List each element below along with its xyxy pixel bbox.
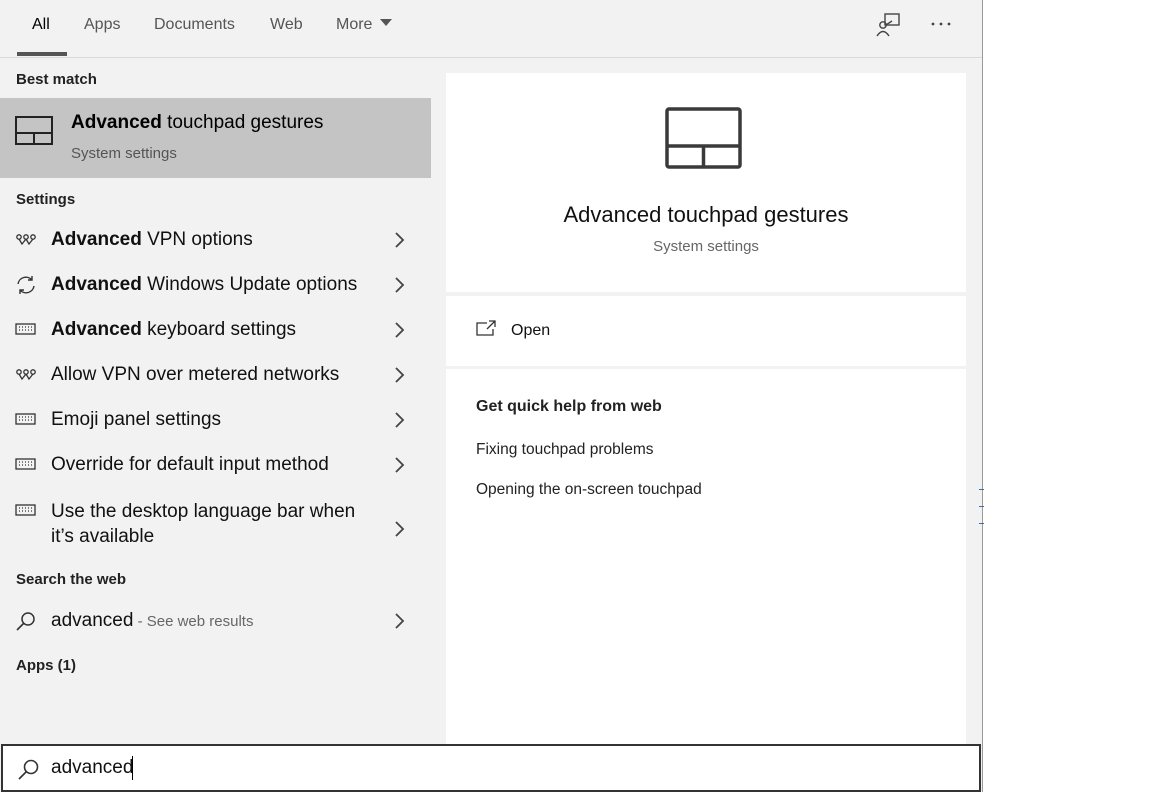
settings-item-label: Override for default input method — [51, 454, 329, 475]
more-options-icon[interactable] — [926, 10, 956, 40]
tab-bar: All Apps Documents Web More — [0, 0, 982, 58]
chevron-right-icon[interactable] — [393, 321, 405, 344]
settings-item-keyboard[interactable]: Advanced keyboard settings — [0, 308, 431, 353]
keyboard-icon — [15, 320, 37, 340]
search-input[interactable] — [51, 754, 951, 782]
vpn-icon — [15, 365, 37, 385]
web-search-result[interactable]: advanced - See web results — [0, 599, 431, 644]
tab-apps[interactable]: Apps — [84, 0, 120, 54]
see-web-results-text: - See web results — [133, 613, 254, 630]
tab-all[interactable]: All — [32, 0, 50, 54]
chevron-right-icon[interactable] — [393, 456, 405, 479]
settings-item-windows-update[interactable]: Advanced Windows Update options — [0, 263, 431, 308]
open-action[interactable]: Open — [446, 296, 966, 366]
results-list: Best match Advanced touchpad gestures Sy… — [0, 58, 431, 744]
preview-title: Advanced touchpad gestures — [563, 202, 849, 227]
settings-item-vpn-options[interactable]: Advanced VPN options — [0, 218, 431, 263]
settings-item-label: Advanced keyboard settings — [51, 319, 297, 340]
tab-more[interactable]: More — [336, 0, 393, 54]
open-label: Open — [511, 322, 551, 339]
search-panel: All Apps Documents Web More Best match A… — [0, 0, 983, 792]
edge-artifact — [979, 523, 984, 524]
settings-item-emoji-panel[interactable]: Emoji panel settings — [0, 398, 431, 443]
search-icon — [15, 611, 37, 631]
sync-icon — [15, 275, 37, 295]
preview-header-card: Advanced touchpad gestures System settin… — [446, 73, 966, 292]
help-link-fixing-touchpad[interactable]: Fixing touchpad problems — [476, 441, 654, 459]
settings-item-language-bar[interactable]: Use the desktop language bar when it’s a… — [0, 499, 431, 559]
settings-item-label: Advanced VPN options — [51, 229, 253, 250]
keyboard-icon — [15, 455, 37, 475]
settings-item-label: Allow VPN over metered networks — [51, 364, 340, 385]
preview-pane: Advanced touchpad gestures System settin… — [446, 73, 966, 744]
feedback-icon[interactable] — [874, 10, 904, 40]
section-settings: Settings — [16, 191, 76, 208]
settings-item-override-input[interactable]: Override for default input method — [0, 443, 431, 488]
active-tab-indicator — [17, 52, 67, 56]
preview-subtitle: System settings — [653, 238, 759, 255]
section-search-web: Search the web — [16, 571, 127, 588]
chevron-right-icon[interactable] — [393, 231, 405, 254]
quick-help-card — [446, 369, 966, 744]
section-best-match: Best match — [16, 71, 97, 88]
best-match-title: Advanced touchpad gestures — [71, 112, 324, 133]
tab-documents[interactable]: Documents — [154, 0, 235, 54]
keyboard-icon — [15, 501, 37, 521]
edge-artifact — [979, 489, 984, 490]
text-cursor — [132, 756, 133, 780]
best-match-subtitle: System settings — [71, 145, 177, 162]
touchpad-icon — [665, 107, 743, 174]
search-box[interactable] — [1, 744, 981, 792]
best-match-item[interactable]: Advanced touchpad gestures System settin… — [0, 98, 431, 178]
open-external-icon — [475, 320, 497, 343]
vpn-icon — [15, 230, 37, 250]
settings-item-label: Advanced Windows Update options — [51, 274, 358, 295]
settings-item-vpn-metered[interactable]: Allow VPN over metered networks — [0, 353, 431, 398]
chevron-right-icon[interactable] — [393, 612, 405, 635]
touchpad-icon — [14, 115, 54, 152]
tab-more-label: More — [336, 16, 373, 33]
chevron-right-icon[interactable] — [393, 276, 405, 299]
quick-help-title: Get quick help from web — [476, 398, 662, 415]
chevron-right-icon[interactable] — [393, 366, 405, 389]
tab-web[interactable]: Web — [270, 0, 303, 54]
chevron-right-icon[interactable] — [393, 520, 405, 543]
keyboard-icon — [15, 410, 37, 430]
chevron-right-icon[interactable] — [393, 411, 405, 434]
web-search-label: advanced - See web results — [51, 610, 254, 631]
settings-item-label: Use the desktop language bar when it’s a… — [51, 501, 356, 547]
help-link-onscreen-touchpad[interactable]: Opening the on-screen touchpad — [476, 481, 702, 499]
chevron-down-icon — [380, 19, 393, 26]
edge-artifact — [979, 506, 984, 507]
settings-item-label: Emoji panel settings — [51, 409, 222, 430]
search-icon — [17, 758, 41, 787]
section-apps[interactable]: Apps (1) — [16, 657, 76, 674]
